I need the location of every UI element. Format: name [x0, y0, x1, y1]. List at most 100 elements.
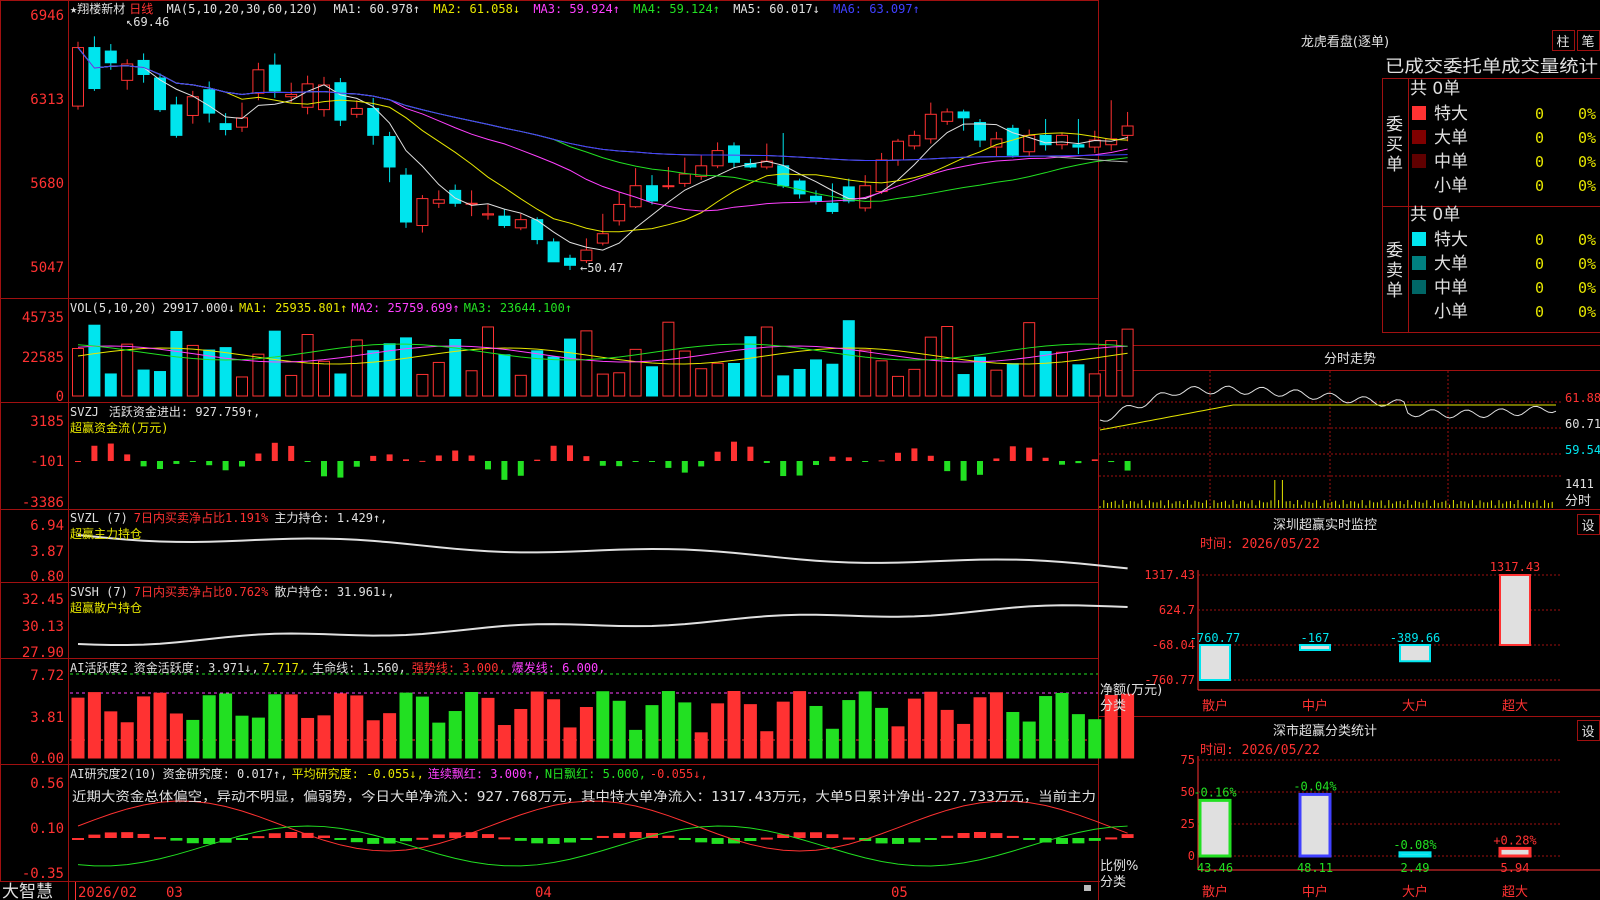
activity-bar — [284, 694, 298, 759]
volume-bar — [1105, 340, 1118, 397]
research-bar — [268, 833, 281, 838]
svzj-sub: 超赢资金流(万元) — [70, 420, 168, 435]
order-total: 共 0单 — [1410, 205, 1460, 225]
panel-grid — [0, 0, 1600, 900]
high-marker: ↖69.46 — [126, 15, 169, 29]
low-marker: ←50.47 — [580, 261, 623, 275]
research-bar — [400, 838, 412, 842]
order-row-name: 小单 — [1434, 176, 1468, 196]
classify-bar — [1498, 846, 1532, 858]
candle-body — [367, 107, 380, 136]
order-swatch — [1412, 280, 1426, 294]
fund-flow-bar — [1042, 457, 1049, 461]
activity-bar — [547, 699, 561, 759]
candle-body — [678, 173, 691, 184]
volume-bar — [514, 374, 527, 397]
y-tick-vol-0: 45735 — [22, 310, 64, 326]
classify-cat-label: 超大 — [1502, 885, 1528, 900]
activity-bar — [727, 691, 741, 759]
candle-body — [514, 219, 527, 229]
activity-bar — [415, 696, 429, 759]
candle-body — [810, 195, 822, 202]
candle-body — [728, 145, 740, 163]
candle-body — [498, 215, 511, 227]
classify-bar — [1398, 851, 1432, 858]
research-green-line — [77, 825, 1128, 867]
order-swatch — [1412, 256, 1426, 270]
research-bar — [580, 838, 593, 840]
candle-body — [219, 123, 232, 131]
period-label: 日线 — [129, 2, 153, 16]
y-tick-svzj-1: -101 — [30, 454, 64, 470]
fund-flow-bar — [370, 455, 377, 461]
ai-comment: 近期大资金总体偏空，异动不明显，偏弱势，今日大单净流入：927.768万元，其中… — [72, 789, 1096, 805]
candle-body — [941, 111, 954, 122]
intraday-y-tick-2: 59.54 — [1565, 443, 1600, 457]
fund-flow-bar — [599, 461, 606, 466]
activity-bar — [612, 700, 626, 759]
monitor-bar-label: -760.77 — [1190, 631, 1241, 645]
trading-terminal: ★翔楼新材 日线 MA(5,10,20,30,60,120) MA1: 60.97… — [0, 0, 1600, 900]
research-bar — [72, 838, 84, 840]
monitor-bar-label: 1317.43 — [1490, 560, 1541, 574]
fund-flow-bar — [403, 459, 409, 461]
research-bar — [793, 832, 806, 838]
order-row-pct: 0% — [1578, 153, 1596, 171]
classify-chart: 7550250-0.16%43.46散户-0.04%48.11中户-0.08%2… — [1181, 753, 1600, 900]
monitor-cat-label: 大户 — [1402, 698, 1428, 714]
order-row-name: 中单 — [1434, 278, 1468, 298]
candle-body — [1056, 134, 1068, 146]
activity-bar — [530, 691, 544, 759]
order-row-name: 大单 — [1434, 254, 1468, 274]
stats-title: 已成交委托单成交量统计 — [1385, 57, 1598, 77]
classify-bar — [1198, 798, 1232, 858]
fund-flow-bar — [714, 451, 721, 461]
fund-flow-bar — [845, 457, 852, 461]
lock-icon[interactable] — [1084, 885, 1091, 891]
fund-flow-bar — [107, 443, 114, 461]
ma10-line — [77, 47, 1128, 233]
classify-cat-label: 中户 — [1302, 884, 1328, 900]
svsh-sub: 超赢散户持仓 — [70, 600, 142, 615]
y-tick-svsh-2: 27.90 — [22, 645, 64, 661]
fund-flow-bar — [731, 441, 737, 461]
candle-body — [892, 140, 904, 161]
volume-bar — [793, 368, 806, 397]
volume-bar — [760, 326, 773, 397]
activity-bar — [448, 711, 462, 759]
fund-flow-bar — [927, 455, 934, 461]
y-tick-ai2-0: 0.56 — [30, 776, 64, 792]
activity-bar — [1022, 721, 1036, 759]
candle-body — [646, 185, 658, 202]
candle-body — [613, 203, 626, 222]
candle-body — [268, 64, 281, 92]
order-swatch — [1412, 232, 1426, 246]
fund-flow-bar — [1075, 461, 1082, 464]
intraday-layer — [1099, 371, 1562, 509]
fund-flow-bar — [698, 461, 705, 467]
fund-flow-bar — [1009, 446, 1016, 461]
candle-body — [186, 96, 199, 116]
ai1-header: AI活跃度2 资金活跃度: 3.971↓, 7.717, 生命线: 1.560, 强势线… — [70, 660, 606, 675]
candlestick-layer — [72, 36, 1134, 270]
order-row-pct: 0% — [1578, 279, 1596, 297]
activity-bar — [645, 705, 659, 759]
research-bar — [514, 838, 527, 841]
volume-bar — [350, 339, 363, 397]
fund-flow-bar — [1026, 447, 1033, 461]
app-logo[interactable]: 大智慧 — [2, 882, 53, 900]
research-bar — [104, 832, 117, 838]
research-bar — [186, 838, 199, 844]
classify-value-label: 48.11 — [1297, 861, 1333, 875]
activity-bar — [629, 729, 643, 759]
candle-body — [564, 257, 576, 266]
fund-flow-bar — [632, 461, 639, 462]
research-bar — [432, 834, 445, 838]
order-side-label: 买 — [1386, 135, 1403, 155]
activity-bar — [760, 731, 774, 759]
order-row-value: 0 — [1535, 105, 1544, 123]
intraday-title: 分时走势 — [1324, 351, 1376, 367]
fund-flow-bar — [747, 446, 754, 461]
order-row-name: 特大 — [1434, 104, 1468, 124]
volume-bar — [498, 354, 511, 397]
